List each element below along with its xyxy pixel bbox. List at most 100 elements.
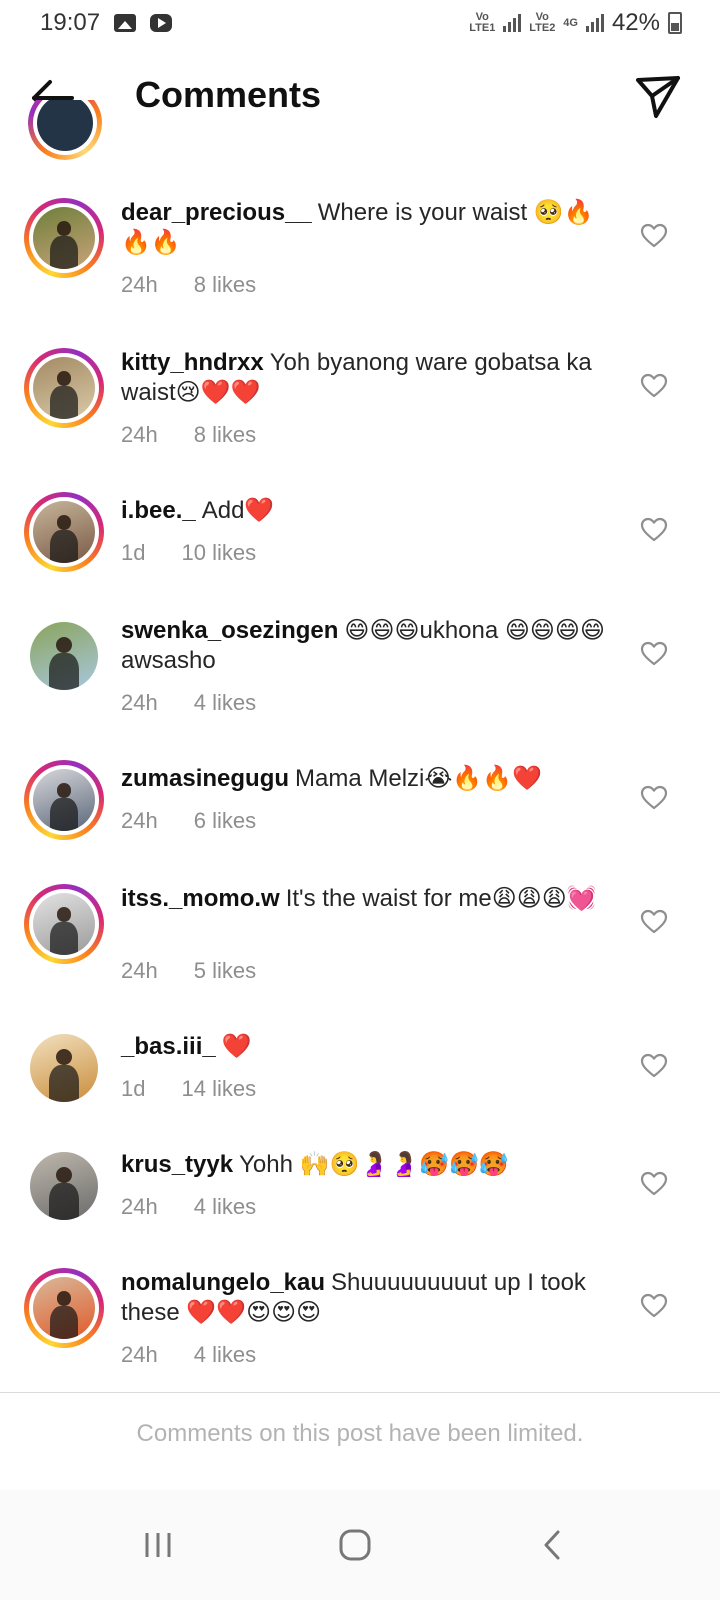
heart-icon — [640, 373, 668, 398]
comment-username[interactable]: _bas.iii_ — [121, 1033, 216, 1060]
comment-row: zumasinegugu Mama Melzi😭🔥🔥❤️ 24h 6 likes — [0, 760, 720, 892]
avatar[interactable] — [24, 1146, 104, 1226]
comment-row: itss._momo.w It's the waist for me😩😩😩💓 24… — [0, 882, 720, 1012]
like-button[interactable] — [640, 785, 668, 811]
avatar[interactable] — [24, 198, 104, 278]
comment-text: krus_tyyk Yohh 🙌🥺🤰🤰🥵🥵🥵 — [121, 1150, 621, 1180]
comment-username[interactable]: zumasinegugu — [121, 765, 289, 792]
comment-meta: 24h 8 likes — [121, 272, 256, 298]
comment-username[interactable]: krus_tyyk — [121, 1151, 233, 1178]
recent-apps-button[interactable] — [128, 1520, 188, 1570]
comment-username[interactable]: itss._momo.w — [121, 885, 280, 912]
comment-likes[interactable]: 14 likes — [181, 1076, 256, 1102]
comment-likes[interactable]: 8 likes — [194, 272, 256, 298]
comment-row: krus_tyyk Yohh 🙌🥺🤰🤰🥵🥵🥵 24h 4 likes — [0, 1148, 720, 1278]
like-button[interactable] — [640, 909, 668, 935]
comment-row: _bas.iii_ ❤️ 1d 14 likes — [0, 1030, 720, 1160]
like-button[interactable] — [640, 641, 668, 667]
comment-likes[interactable]: 6 likes — [194, 808, 256, 834]
comment-time: 24h — [121, 1342, 158, 1367]
comment-time: 24h — [121, 1194, 158, 1219]
home-button[interactable] — [325, 1520, 385, 1570]
avatar-photo — [33, 207, 95, 269]
comment-text: dear_precious__ Where is your waist 🥺🔥🔥🔥 — [121, 198, 621, 258]
comment-body: Mama Melzi😭🔥🔥❤️ — [295, 765, 543, 792]
like-button[interactable] — [640, 1293, 668, 1319]
comment-username[interactable]: i.bee._ — [121, 497, 196, 524]
comment-username[interactable]: dear_precious__ — [121, 199, 312, 226]
avatar-photo — [33, 1277, 95, 1339]
system-back-button[interactable] — [522, 1520, 582, 1570]
home-icon — [339, 1529, 371, 1561]
heart-icon — [640, 785, 668, 810]
status-bar: 19:07 Vo LTE1 Vo LTE2 4G 42% — [0, 0, 720, 46]
avatar-photo — [33, 893, 95, 955]
network-type: 4G — [563, 16, 578, 29]
back-chevron-icon — [544, 1530, 560, 1560]
like-button[interactable] — [640, 1053, 668, 1079]
avatar[interactable] — [24, 760, 104, 840]
heart-icon — [640, 909, 668, 934]
comment-likes[interactable]: 8 likes — [194, 422, 256, 448]
comment-username[interactable]: nomalungelo_kau — [121, 1269, 325, 1296]
comment-meta: 24h 4 likes — [121, 1194, 256, 1220]
signal-icon — [585, 14, 604, 32]
heart-icon — [640, 517, 668, 542]
comment-meta: 24h 5 likes — [121, 958, 256, 984]
comment-meta: 1d 14 likes — [121, 1076, 256, 1102]
heart-icon — [640, 223, 668, 248]
comment-time: 24h — [121, 690, 158, 715]
comment-body: It's the waist for me😩😩😩💓 — [285, 885, 597, 912]
comment-likes[interactable]: 4 likes — [194, 690, 256, 716]
battery-icon — [668, 12, 682, 34]
comments-header: Comments — [0, 56, 720, 140]
comment-likes[interactable]: 10 likes — [181, 540, 256, 566]
comment-time: 24h — [121, 958, 158, 983]
avatar-photo — [33, 357, 95, 419]
battery-percent: 42% — [611, 9, 660, 36]
like-button[interactable] — [640, 373, 668, 399]
comment-likes[interactable]: 4 likes — [194, 1342, 256, 1368]
paper-plane-icon — [636, 76, 680, 118]
avatar[interactable] — [24, 492, 104, 572]
comment-meta: 24h 4 likes — [121, 690, 256, 716]
comment-text: nomalungelo_kau Shuuuuuuuuut up I took th… — [121, 1268, 621, 1328]
sim2-tag: Vo LTE2 — [529, 11, 556, 34]
comment-row: kitty_hndrxx Yoh byanong ware gobatsa ka … — [0, 346, 720, 476]
comment-text: _bas.iii_ ❤️ — [121, 1032, 621, 1062]
comment-body: Add❤️ — [201, 497, 275, 524]
avatar[interactable] — [24, 1028, 104, 1108]
comment-time: 24h — [121, 422, 158, 447]
youtube-icon — [150, 14, 173, 32]
like-button[interactable] — [640, 1171, 668, 1197]
avatar[interactable] — [24, 1268, 104, 1348]
comment-username[interactable]: kitty_hndrxx — [121, 349, 264, 376]
avatar-photo — [30, 1034, 98, 1102]
avatar[interactable] — [24, 348, 104, 428]
recent-apps-icon — [145, 1533, 171, 1557]
system-navbar — [0, 1490, 720, 1600]
comment-meta: 24h 8 likes — [121, 422, 256, 448]
comment-row: nomalungelo_kau Shuuuuuuuuut up I took th… — [0, 1266, 720, 1396]
comment-meta: 24h 6 likes — [121, 808, 256, 834]
comment-username[interactable]: swenka_osezingen — [121, 617, 338, 644]
heart-icon — [640, 1293, 668, 1318]
share-button[interactable] — [634, 72, 682, 120]
avatar-photo — [33, 501, 95, 563]
like-button[interactable] — [640, 517, 668, 543]
avatar-photo — [30, 622, 98, 690]
comment-likes[interactable]: 5 likes — [194, 958, 256, 984]
comment-text: swenka_osezingen 😄😄😄ukhona 😄😄😄😄awsasho — [121, 616, 621, 676]
comment-time: 24h — [121, 808, 158, 833]
comment-text: zumasinegugu Mama Melzi😭🔥🔥❤️ — [121, 764, 621, 794]
comment-likes[interactable]: 4 likes — [194, 1194, 256, 1220]
avatar[interactable] — [24, 884, 104, 964]
partial-avatar — [28, 100, 102, 160]
page-title: Comments — [135, 74, 322, 115]
comment-meta: 24h 4 likes — [121, 1342, 256, 1368]
like-button[interactable] — [640, 223, 668, 249]
divider — [0, 1392, 720, 1393]
avatar[interactable] — [24, 616, 104, 696]
gallery-icon — [114, 14, 137, 32]
comment-body: ❤️ — [221, 1033, 252, 1060]
